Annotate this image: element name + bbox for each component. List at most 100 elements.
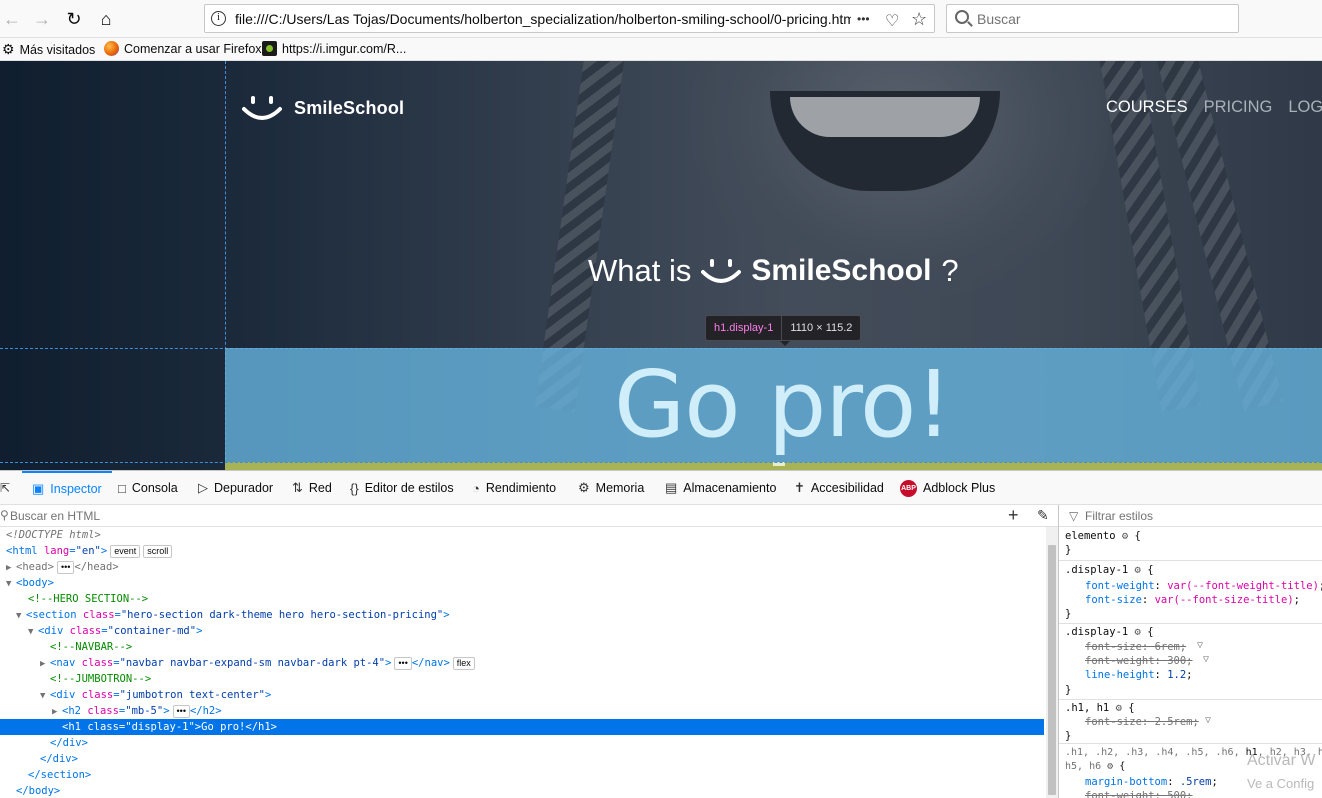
expand-triangle-icon[interactable]: ▶ bbox=[40, 656, 50, 672]
event-badge[interactable]: event bbox=[110, 545, 141, 558]
markup-row[interactable]: ▶ <head> ••• </head> bbox=[0, 559, 1044, 575]
collapse-triangle-icon[interactable]: ▼ bbox=[28, 624, 38, 640]
search-icon bbox=[955, 10, 969, 24]
rule-declaration[interactable]: margin-bottom: .5rem; bbox=[1085, 775, 1218, 789]
collapse-triangle-icon[interactable]: ▼ bbox=[6, 576, 16, 592]
collapsed-badge[interactable]: ••• bbox=[172, 705, 190, 718]
pocket-icon[interactable]: ♡ bbox=[885, 11, 899, 31]
tab-accessibility[interactable]: ✝ Accesibilidad bbox=[794, 471, 884, 505]
markup-row[interactable]: <html lang="en"> event scroll bbox=[0, 543, 1044, 559]
gear-icon[interactable]: ⚙ bbox=[1107, 761, 1113, 772]
scrollbar-thumb[interactable] bbox=[1048, 545, 1056, 795]
markup-row-selected[interactable]: <h1 class="display-1">Go pro!</h1> bbox=[0, 719, 1044, 735]
flex-badge[interactable]: flex bbox=[452, 657, 475, 670]
html-search-input[interactable]: Buscar en HTML bbox=[10, 509, 100, 523]
tab-storage[interactable]: ▤ Almacenamiento bbox=[665, 471, 776, 505]
property-value: var(--font-weight-title) bbox=[1167, 580, 1319, 592]
collapse-triangle-icon[interactable]: ▼ bbox=[16, 608, 26, 624]
rule-declaration[interactable]: font-weight: var(--font-weight-title); bbox=[1085, 579, 1322, 593]
collapsed-badge[interactable]: ••• bbox=[56, 561, 75, 574]
markup-row[interactable]: <!--JUMBOTRON--> bbox=[0, 671, 1044, 687]
tab-inspector[interactable]: ▣ Inspector bbox=[22, 471, 112, 505]
funnel-icon[interactable]: ▽ bbox=[1197, 640, 1203, 651]
rule-declaration-overridden[interactable]: font-weight: 500; bbox=[1085, 789, 1193, 798]
collapse-triangle-icon[interactable]: ▼ bbox=[40, 688, 50, 704]
funnel-icon[interactable]: ▽ bbox=[1205, 715, 1211, 726]
markup-row[interactable]: <!DOCTYPE html> bbox=[0, 527, 1044, 543]
gear-icon[interactable]: ⚙ bbox=[1116, 702, 1122, 714]
nav-link-pricing[interactable]: PRICING bbox=[1204, 98, 1273, 117]
bookmark-most-visited[interactable]: ⚙ Más visitados bbox=[2, 41, 95, 58]
tab-style-editor[interactable]: {} Editor de estilos bbox=[350, 471, 454, 505]
markup-row[interactable]: ▼ <body> bbox=[0, 575, 1044, 591]
bookmark-imgur[interactable]: https://i.imgur.com/R... bbox=[262, 41, 406, 56]
property-name: font-size bbox=[1085, 716, 1142, 728]
gear-icon[interactable]: ⚙ bbox=[1135, 564, 1141, 576]
markup-row[interactable]: ▼ <div class="jumbotron text-center"> bbox=[0, 687, 1044, 703]
funnel-icon[interactable]: ▽ bbox=[1203, 654, 1209, 665]
markup-scrollbar[interactable] bbox=[1046, 527, 1058, 798]
reload-icon[interactable]: ↻ bbox=[62, 7, 86, 31]
html-search-bar[interactable]: ⚲ Buscar en HTML + ✎ bbox=[0, 505, 1058, 527]
rule-selector-line[interactable]: .display-1 ⚙ { bbox=[1065, 625, 1154, 639]
site-logo[interactable]: SmileSchool bbox=[242, 93, 404, 123]
rule-element[interactable]: elemento ⚙ { bbox=[1065, 529, 1141, 543]
styles-filter-input[interactable]: ▽ Filtrar estilos bbox=[1059, 505, 1322, 527]
url-bar[interactable]: i file:///C:/Users/Las Tojas/Documents/h… bbox=[204, 4, 935, 33]
nav-link-courses[interactable]: COURSES bbox=[1106, 98, 1188, 117]
collapsed-badge[interactable]: ••• bbox=[394, 657, 412, 670]
search-bar[interactable]: Buscar bbox=[946, 4, 1239, 33]
rule-declaration-overridden[interactable]: font-size: 6rem; bbox=[1085, 640, 1186, 654]
tab-performance[interactable]: ◔ Rendimiento bbox=[472, 471, 556, 505]
markup-row[interactable]: <!--HERO SECTION--> bbox=[0, 591, 1044, 607]
rule-selector-line[interactable]: .display-1 ⚙ { bbox=[1065, 563, 1154, 577]
expand-triangle-icon[interactable]: ▶ bbox=[52, 704, 62, 720]
markup-row[interactable]: </body> bbox=[0, 783, 1044, 798]
rule-declaration-overridden[interactable]: font-size: 2.5rem; bbox=[1085, 715, 1199, 729]
gear-icon[interactable]: ⚙ bbox=[1122, 530, 1128, 542]
tab-adblock-plus[interactable]: ABP Adblock Plus bbox=[900, 471, 995, 505]
rule-selector: h5, h6 bbox=[1065, 761, 1102, 772]
rule-divider bbox=[1059, 699, 1322, 700]
tag-text: <head> bbox=[16, 561, 54, 573]
rule-selector-line[interactable]: h5, h6 ⚙ { bbox=[1065, 760, 1125, 774]
rule-declaration-overridden[interactable]: font-weight: 300; bbox=[1085, 654, 1193, 668]
tab-memory[interactable]: ⚙ Memoria bbox=[578, 471, 644, 505]
rule-divider bbox=[1059, 560, 1322, 561]
gear-icon[interactable]: ⚙ bbox=[1135, 626, 1141, 638]
rule-declaration[interactable]: line-height: 1.2; bbox=[1085, 668, 1193, 682]
markup-row[interactable]: </div> bbox=[0, 751, 1044, 767]
rule-selector-line[interactable]: .h1, h1 ⚙ { bbox=[1065, 701, 1135, 715]
element-picker-button[interactable]: ⇱ bbox=[0, 471, 10, 505]
markup-row[interactable]: ▶ <h2 class="mb-5"> ••• </h2> bbox=[0, 703, 1044, 719]
performance-icon: ◔ bbox=[472, 480, 480, 496]
markup-row[interactable]: </div> bbox=[0, 735, 1044, 751]
site-info-icon[interactable]: i bbox=[211, 11, 226, 26]
browser-toolbar: ← → ↻ ⌂ i file:///C:/Users/Las Tojas/Doc… bbox=[0, 0, 1322, 38]
page-actions-icon[interactable]: ••• bbox=[857, 12, 870, 26]
url-text[interactable]: file:///C:/Users/Las Tojas/Documents/hol… bbox=[235, 11, 851, 27]
tab-network[interactable]: ⇅ Red bbox=[292, 471, 332, 505]
home-icon[interactable]: ⌂ bbox=[94, 7, 118, 31]
smile-logo-icon bbox=[242, 96, 282, 120]
tag-name: div bbox=[56, 689, 76, 701]
markup-row[interactable]: ▼ <section class="hero-section dark-theme… bbox=[0, 607, 1044, 623]
eyedropper-icon[interactable]: ✎ bbox=[1037, 507, 1049, 524]
markup-row[interactable]: <!--NAVBAR--> bbox=[0, 639, 1044, 655]
scroll-badge[interactable]: scroll bbox=[143, 545, 173, 558]
tab-console[interactable]: □ Consola bbox=[118, 471, 178, 505]
property-name: font-size bbox=[1085, 641, 1142, 653]
rule-declaration[interactable]: font-size: var(--font-size-title); bbox=[1085, 593, 1300, 607]
forward-icon[interactable]: → bbox=[30, 7, 54, 31]
markup-row[interactable]: ▶ <nav class="navbar navbar-expand-sm nav… bbox=[0, 655, 1044, 671]
property-value: var(--font-size-title) bbox=[1154, 594, 1294, 606]
add-node-button[interactable]: + bbox=[1008, 505, 1019, 526]
expand-triangle-icon[interactable]: ▶ bbox=[6, 560, 16, 576]
markup-row[interactable]: </section> bbox=[0, 767, 1044, 783]
tab-debugger[interactable]: ▷ Depurador bbox=[198, 471, 273, 505]
back-icon[interactable]: ← bbox=[0, 7, 24, 31]
bookmark-star-icon[interactable]: ☆ bbox=[911, 9, 927, 30]
markup-row[interactable]: ▼ <div class="container-md"> bbox=[0, 623, 1044, 639]
bookmark-firefox[interactable]: Comenzar a usar Firefox bbox=[104, 41, 262, 56]
nav-link-login[interactable]: LOGIN bbox=[1288, 98, 1322, 117]
